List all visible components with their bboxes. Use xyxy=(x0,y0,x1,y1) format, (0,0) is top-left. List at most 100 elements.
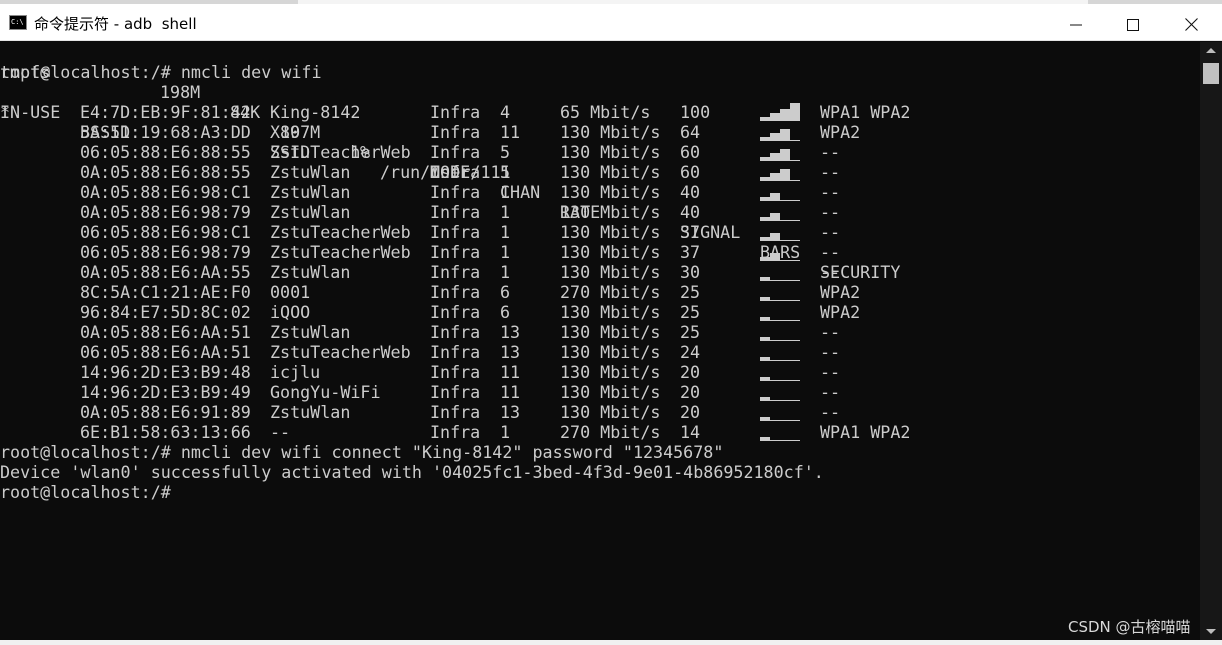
terminal-output[interactable]: tmpfs 198M 84K 197M 1% /run/user/111 roo… xyxy=(0,42,1200,640)
signal-bar-empty xyxy=(790,260,800,261)
signal-bars-icon xyxy=(760,317,800,321)
connect-command-line: root@localhost:/# nmcli dev wifi connect… xyxy=(0,442,724,462)
cell-mode: Infra xyxy=(430,182,481,202)
cell-rate: 130 Mbit/s xyxy=(560,202,661,222)
signal-bars-icon xyxy=(760,437,800,441)
cell-mode: Infra xyxy=(430,302,481,322)
signal-bar-filled xyxy=(760,117,770,121)
vertical-scrollbar[interactable] xyxy=(1200,42,1222,640)
cell-mode: Infra xyxy=(430,422,481,442)
cell-signal: 20 xyxy=(680,402,701,422)
cell-security: WPA2 xyxy=(820,122,861,142)
signal-bar-filled xyxy=(780,129,790,141)
cell-ssid: iQOO xyxy=(270,302,311,322)
signal-bar-filled xyxy=(760,237,770,241)
cell-security: -- xyxy=(820,162,841,182)
cell-chan: 11 xyxy=(500,362,521,382)
df-line: tmpfs 198M 84K 197M 1% /run/user/111 xyxy=(0,42,511,182)
signal-bar-filled xyxy=(760,377,770,381)
signal-bar-empty xyxy=(780,260,790,261)
signal-bar-empty xyxy=(790,300,800,301)
signal-bar-filled xyxy=(770,113,780,121)
cell-rate: 65 Mbit/s xyxy=(560,102,651,122)
cell-rate: 270 Mbit/s xyxy=(560,422,661,442)
minimize-button[interactable] xyxy=(1047,8,1105,41)
signal-bar-filled xyxy=(770,173,780,181)
signal-bar-empty xyxy=(790,340,800,341)
signal-bars-icon xyxy=(760,397,800,401)
cell-rate: 130 Mbit/s xyxy=(560,342,661,362)
signal-bar-filled xyxy=(780,169,790,181)
cell-security: WPA2 xyxy=(820,282,861,302)
signal-bar-empty xyxy=(790,160,800,161)
signal-bar-empty xyxy=(780,340,790,341)
signal-bar-empty xyxy=(770,280,780,281)
signal-bar-empty xyxy=(770,360,780,361)
signal-bar-filled xyxy=(770,213,780,221)
maximize-button[interactable] xyxy=(1104,8,1162,41)
signal-bar-empty xyxy=(790,200,800,201)
cell-chan: 13 xyxy=(500,342,521,362)
signal-bar-empty xyxy=(790,220,800,221)
cell-ssid: King-8142 xyxy=(270,102,361,122)
signal-bars-icon xyxy=(760,357,800,361)
signal-bar-filled xyxy=(770,193,780,201)
cell-signal: 37 xyxy=(680,222,701,242)
cell-signal: 25 xyxy=(680,282,701,302)
signal-bar-filled xyxy=(760,317,770,321)
close-button[interactable] xyxy=(1162,8,1220,41)
signal-bar-empty xyxy=(770,300,780,301)
title-bar[interactable]: C:\ 命令提示符 - adb shell xyxy=(0,4,1222,41)
signal-bars-icon xyxy=(760,129,800,141)
cell-bssid: 14:96:2D:E3:B9:48 xyxy=(80,362,251,382)
cell-security: WPA2 xyxy=(820,302,861,322)
signal-bar-filled xyxy=(780,149,790,161)
signal-bar-empty xyxy=(780,360,790,361)
cell-bssid: 06:05:88:E6:98:79 xyxy=(80,242,251,262)
signal-bars-icon xyxy=(760,417,800,421)
cell-chan: 6 xyxy=(500,302,511,322)
signal-bar-filled xyxy=(770,153,780,161)
signal-bar-empty xyxy=(790,140,800,141)
cell-signal: 60 xyxy=(680,162,701,182)
signal-bar-empty xyxy=(790,440,800,441)
signal-bar-empty xyxy=(770,420,780,421)
signal-bar-empty xyxy=(780,200,790,201)
cell-ssid: ZstuTeacherWeb xyxy=(270,142,411,162)
signal-bar-filled xyxy=(760,357,770,361)
cell-ssid: ZstuWlan xyxy=(270,402,351,422)
bottom-border xyxy=(0,640,1222,645)
signal-bar-empty xyxy=(790,380,800,381)
signal-bars-icon xyxy=(760,337,800,341)
signal-bars-icon xyxy=(760,149,800,161)
signal-bar-filled xyxy=(760,257,770,261)
cell-bssid: 96:84:E7:5D:8C:02 xyxy=(80,302,251,322)
cell-signal: 20 xyxy=(680,382,701,402)
cell-signal: 30 xyxy=(680,262,701,282)
cell-chan: 1 xyxy=(500,422,511,442)
cell-mode: Infra xyxy=(430,222,481,242)
scrollbar-thumb[interactable] xyxy=(1203,63,1219,84)
cell-rate: 130 Mbit/s xyxy=(560,382,661,402)
cell-chan: 1 xyxy=(500,262,511,282)
cell-bssid: 0A:05:88:E6:88:55 xyxy=(80,162,251,182)
signal-bar-empty xyxy=(790,360,800,361)
signal-bar-empty xyxy=(790,180,800,181)
cell-signal: 20 xyxy=(680,362,701,382)
signal-bars-icon xyxy=(760,277,800,281)
cell-rate: 130 Mbit/s xyxy=(560,262,661,282)
minimize-icon xyxy=(1070,24,1082,25)
signal-bar-filled xyxy=(790,103,800,121)
signal-bars-icon xyxy=(760,213,800,221)
cell-bssid: 6E:B1:58:63:13:66 xyxy=(80,422,251,442)
signal-bars-icon xyxy=(760,377,800,381)
signal-bar-empty xyxy=(790,280,800,281)
cell-mode: Infra xyxy=(430,362,481,382)
scroll-up-arrow-icon[interactable] xyxy=(1206,48,1216,53)
scroll-down-arrow-icon[interactable] xyxy=(1206,629,1216,634)
cell-mode: Infra xyxy=(430,142,481,162)
signal-bar-empty xyxy=(780,440,790,441)
maximize-icon xyxy=(1127,18,1139,31)
cell-bssid: 0A:05:88:E6:AA:55 xyxy=(80,262,251,282)
signal-bars-icon xyxy=(760,233,800,241)
